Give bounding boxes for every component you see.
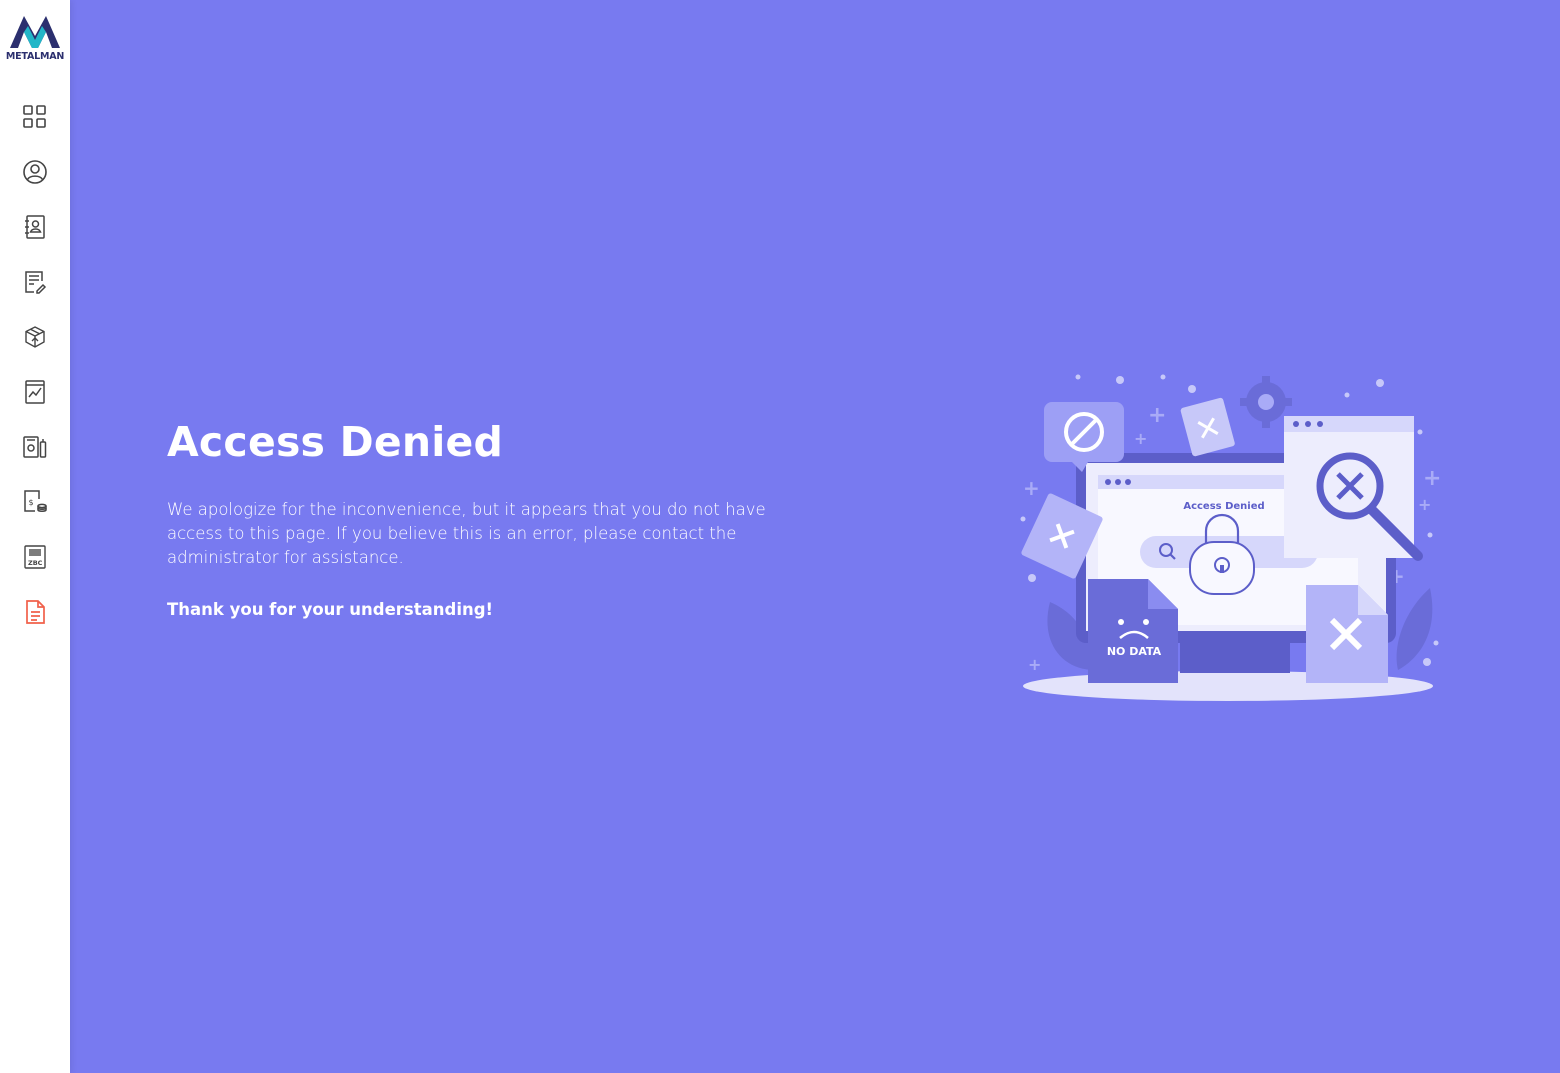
grid-icon [23,105,46,128]
sidebar-item-contacts[interactable] [20,212,50,242]
svg-text:+: + [1028,655,1041,674]
svg-text:+: + [1134,429,1147,448]
sidebar: METALMAN $ ZBC [0,0,70,1073]
error-message: We apologize for the inconvenience, but … [167,500,766,567]
billing-icon: $ [24,490,47,512]
illustration-screen-label: Access Denied [1183,501,1264,512]
chart-report-icon [25,380,45,404]
sidebar-item-inventory[interactable] [20,322,50,352]
illustration-file-label: NO DATA [1107,645,1162,658]
sidebar-item-devices[interactable] [20,432,50,462]
sidebar-item-billing[interactable]: $ [20,487,50,517]
barcode-icon: ZBC [24,545,46,569]
package-box-icon [25,326,45,348]
sidebar-item-documents-active[interactable] [20,597,50,627]
thanks-message: Thank you for your understanding! [167,600,494,619]
svg-text:ZBC: ZBC [28,559,43,567]
page-title: Access Denied [167,418,504,466]
brand-name: METALMAN [5,51,65,62]
user-circle-icon [23,160,47,184]
metalman-logo[interactable]: METALMAN [2,14,68,64]
main-content: Access Denied We apologize for the incon… [70,0,1560,1073]
svg-text:$: $ [29,498,34,507]
sidebar-item-reports[interactable] [20,377,50,407]
sidebar-item-documents[interactable] [20,267,50,297]
contact-book-icon [25,215,45,239]
document-active-icon [26,600,45,624]
svg-text:+: + [1148,403,1166,428]
sidebar-item-barcode[interactable]: ZBC [20,542,50,572]
devices-icon [23,436,47,458]
sidebar-item-profile[interactable] [20,157,50,187]
svg-text:+: + [1418,495,1431,514]
access-denied-illustration: + + + + + + + Access Denied NO DATA [1020,370,1450,710]
document-edit-icon [25,271,47,294]
sidebar-item-dashboard[interactable] [20,102,50,132]
svg-text:+: + [1023,476,1040,500]
svg-text:+: + [1423,466,1441,491]
logo-mark [10,16,60,48]
